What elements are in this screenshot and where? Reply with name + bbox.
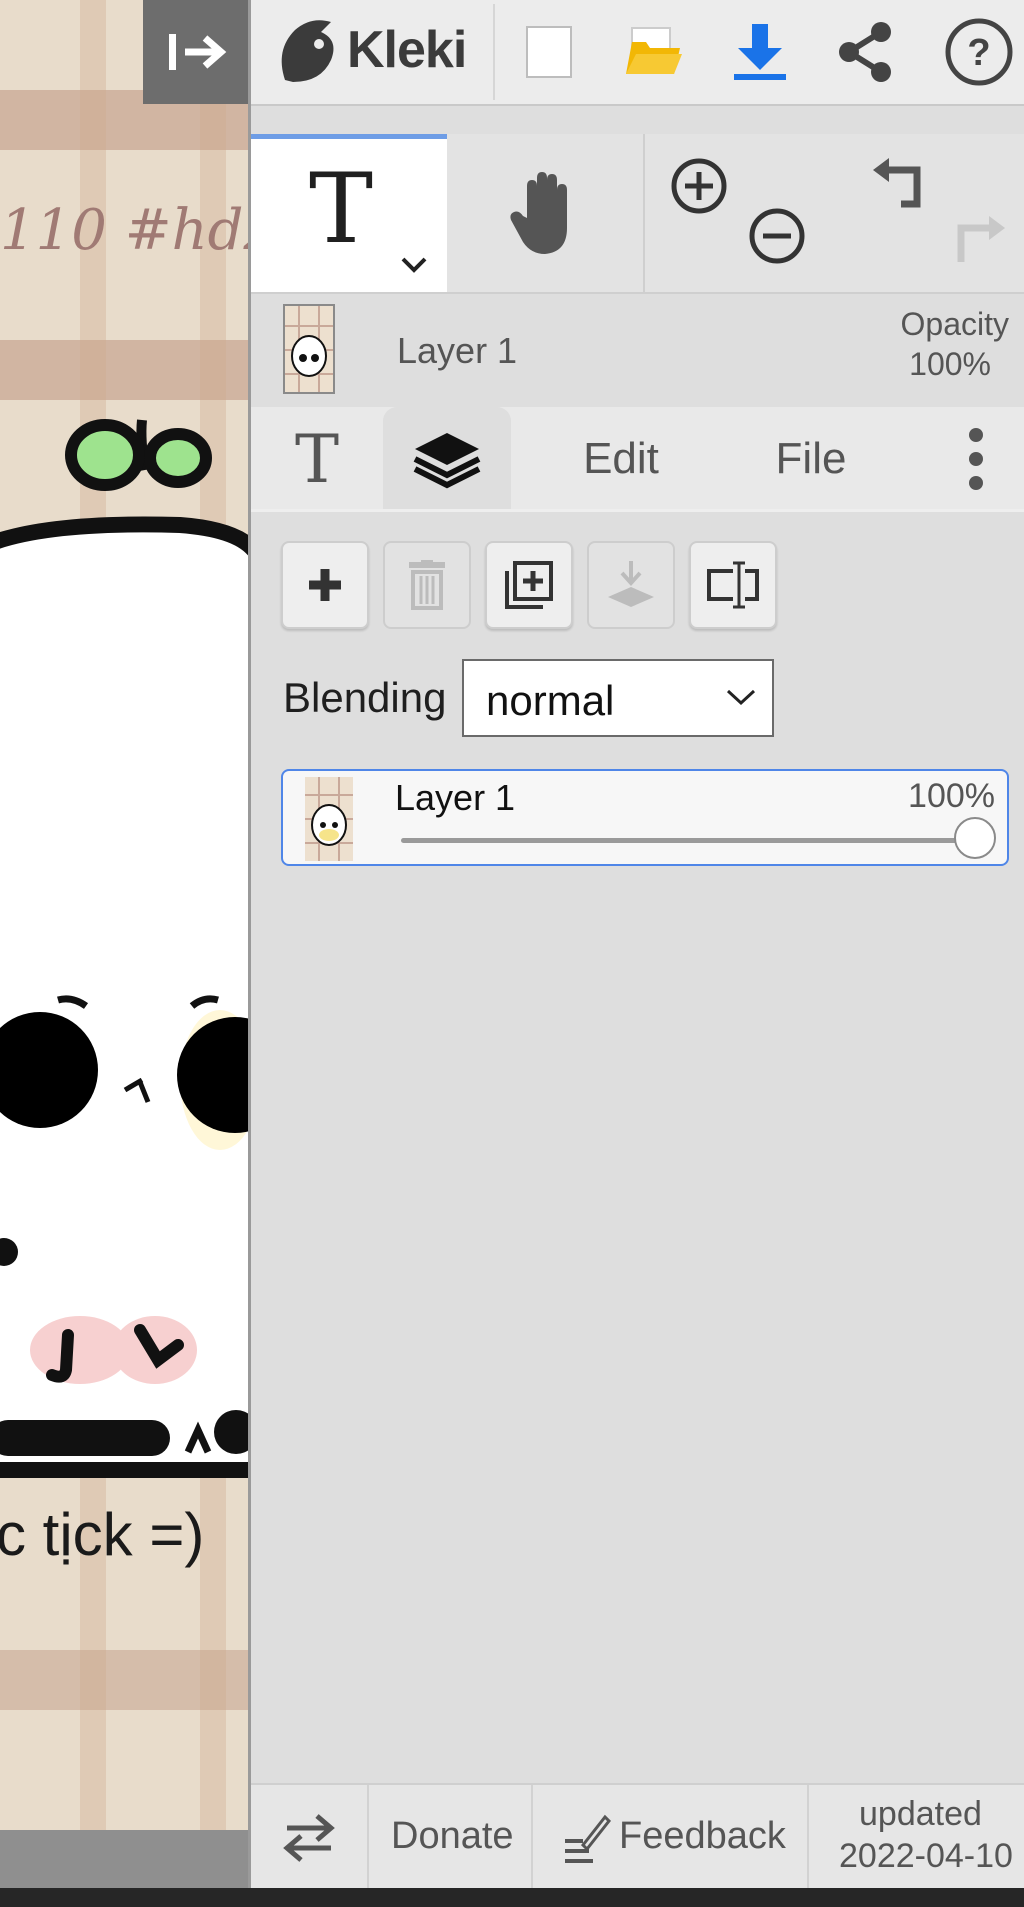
duplicate-layer-button[interactable]: [485, 541, 573, 629]
text-tool-button[interactable]: T: [251, 134, 447, 292]
download-icon: [734, 24, 786, 80]
hand-tool-icon: [510, 172, 567, 254]
layer-opacity-slider[interactable]: [401, 838, 973, 843]
open-folder-icon: [626, 27, 682, 74]
collapse-panel-button[interactable]: [143, 0, 248, 104]
add-layer-icon: [309, 569, 341, 601]
current-layer-header[interactable]: Layer 1 Opacity 100%: [251, 292, 1024, 407]
tab-edit[interactable]: Edit: [551, 407, 691, 511]
chevron-down-icon: [726, 689, 756, 706]
canvas-text-top: 110 #hd24: [0, 198, 248, 263]
svg-text:?: ?: [967, 32, 990, 74]
delete-layer-button[interactable]: [383, 541, 471, 629]
help-button[interactable]: ?: [941, 14, 1017, 90]
swap-side-button[interactable]: [251, 1785, 367, 1888]
download-button[interactable]: [722, 14, 798, 90]
tab-file[interactable]: File: [741, 407, 881, 511]
updated-label: updated: [859, 1795, 982, 1833]
layers-icon: [413, 433, 481, 489]
help-icon: ?: [945, 18, 1013, 86]
donate-link[interactable]: Donate: [391, 1815, 514, 1858]
feedback-label: Feedback: [619, 1815, 786, 1857]
drawing-canvas[interactable]: 110 #hd24 c tịck =): [0, 0, 248, 1830]
swap-arrows-icon: [283, 1813, 335, 1862]
side-panel: Kleki ? T Layer 1 Opacity 100% T Edit Fi…: [248, 0, 1024, 1888]
undo-icon[interactable]: [871, 154, 931, 214]
opacity-label: Opacity: [900, 306, 1009, 342]
blending-value: normal: [486, 677, 615, 724]
layer-item-name: Layer 1: [395, 777, 516, 818]
history-controls: [845, 134, 1024, 292]
delete-layer-icon: [409, 560, 445, 610]
merge-down-button[interactable]: [587, 541, 675, 629]
tab-divider: [251, 509, 1024, 512]
kleki-logo[interactable]: Kleki: [273, 10, 467, 90]
app-name: Kleki: [347, 21, 467, 79]
feedback-pencil-icon: [565, 1814, 611, 1863]
duplicate-layer-icon: [505, 561, 553, 609]
updated-date: 2022-04-10: [839, 1837, 1013, 1875]
canvas-border: [0, 1830, 248, 1888]
merge-down-icon: [608, 561, 654, 607]
layer-item-thumbnail: [305, 777, 353, 861]
current-layer-name: Layer 1: [397, 330, 518, 371]
new-image-button[interactable]: [511, 14, 587, 90]
system-nav-bar: [0, 1888, 1024, 1907]
chevron-down-icon[interactable]: [399, 255, 429, 275]
redo-icon[interactable]: [947, 206, 1007, 266]
open-file-button[interactable]: [616, 14, 692, 90]
new-image-icon: [526, 26, 572, 78]
more-vertical-icon: [969, 428, 983, 490]
panel-tabs: T Edit File: [251, 407, 1024, 511]
hand-tool-button[interactable]: [447, 134, 645, 292]
share-button[interactable]: [827, 14, 903, 90]
opacity-value: 100%: [909, 346, 991, 382]
kleki-logo-icon: [281, 20, 334, 82]
add-layer-button[interactable]: [281, 541, 369, 629]
zoom-controls: [645, 134, 845, 292]
top-toolbar: Kleki ?: [251, 0, 1024, 106]
rename-layer-icon: [707, 561, 759, 609]
tab-layers[interactable]: [383, 407, 511, 511]
footer-bar: Donate Feedback updated 2022-04-10: [251, 1783, 1024, 1888]
zoom-out-icon[interactable]: [747, 206, 807, 266]
collapse-panel-icon: [168, 34, 226, 70]
layer-list-item[interactable]: Layer 1 100%: [281, 769, 1009, 866]
layer-thumbnail-image: [285, 306, 333, 392]
text-tab-icon: T: [294, 420, 340, 498]
zoom-in-icon[interactable]: [669, 156, 729, 216]
more-menu-button[interactable]: [941, 407, 1011, 511]
share-icon: [839, 22, 891, 82]
layer-item-opacity: 100%: [908, 777, 995, 815]
blending-label: Blending: [283, 674, 447, 721]
text-tool-icon: T: [309, 153, 374, 265]
canvas-text-bottom: c tịck =): [0, 1501, 205, 1568]
blending-select[interactable]: normal: [462, 659, 774, 737]
layer-opacity-slider-handle[interactable]: [954, 817, 996, 859]
layer-item-thumbnail-image: [305, 777, 353, 861]
tab-text[interactable]: T: [261, 407, 373, 511]
rename-layer-button[interactable]: [689, 541, 777, 629]
tool-row: T: [251, 134, 1024, 294]
layer-thumbnail: [283, 304, 335, 394]
